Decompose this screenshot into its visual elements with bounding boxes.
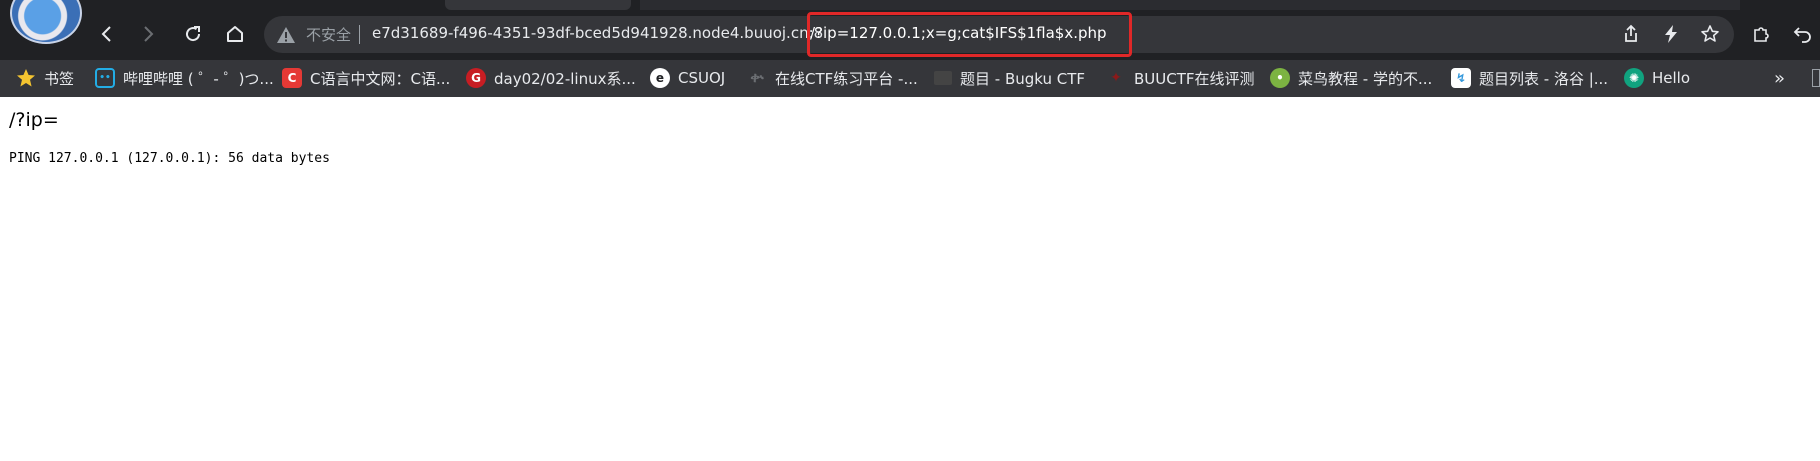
back-arrow-icon bbox=[101, 26, 111, 42]
ping-output: PING 127.0.0.1 (127.0.0.1): 56 data byte… bbox=[9, 151, 330, 166]
bookmarks-folder-icon[interactable] bbox=[1812, 69, 1820, 87]
bookmark-star-button[interactable] bbox=[1693, 17, 1727, 51]
bookmark-label: 书签 bbox=[44, 69, 75, 88]
bookmark-label: CSUOJ bbox=[678, 69, 726, 87]
bookmark-item[interactable]: ✺ Hello bbox=[1624, 67, 1690, 89]
lightning-icon bbox=[1665, 25, 1677, 43]
bookmark-item[interactable]: 书签 bbox=[16, 67, 74, 89]
puzzle-icon bbox=[1754, 27, 1769, 42]
bookmarks-overflow-button[interactable]: » bbox=[1774, 68, 1785, 89]
extensions-button[interactable] bbox=[1744, 17, 1778, 51]
back-button[interactable] bbox=[90, 17, 124, 51]
forward-button[interactable] bbox=[131, 17, 165, 51]
reload-icon bbox=[186, 26, 201, 42]
bookmark-item[interactable]: ቍ 在线CTF练习平台 -... bbox=[747, 67, 918, 89]
bookmark-label: 在线CTF练习平台 -... bbox=[775, 69, 918, 88]
tab-active[interactable] bbox=[445, 0, 631, 10]
browser-chrome: 不安全 e7d31689-f496-4351-93df-bced5d941928… bbox=[0, 0, 1820, 97]
gitee-icon: G bbox=[466, 68, 486, 88]
undo-icon bbox=[1793, 27, 1811, 43]
url-host[interactable]: e7d31689-f496-4351-93df-bced5d941928.nod… bbox=[372, 24, 823, 42]
bookmarks-bar: 书签 •• 哔哩哔哩 ( ゜- ゜)つ... C C语言中文网：C语... G … bbox=[0, 60, 1820, 97]
tab-strip bbox=[0, 0, 1820, 10]
tab-inactive[interactable] bbox=[640, 0, 1740, 10]
home-icon bbox=[227, 26, 243, 42]
share-button[interactable] bbox=[1614, 17, 1648, 51]
bookmark-label: 菜鸟教程 - 学的不... bbox=[1298, 69, 1433, 88]
profile-avatar[interactable] bbox=[10, 0, 82, 44]
bookmark-label: 题目列表 - 洛谷 |... bbox=[1479, 69, 1609, 88]
bookmark-item[interactable]: 题目 - Bugku CTF bbox=[934, 67, 1085, 89]
bookmark-label: Hello bbox=[1652, 69, 1691, 87]
bookmark-item[interactable]: C C语言中文网：C语... bbox=[282, 67, 450, 89]
quick-action-button[interactable] bbox=[1654, 17, 1688, 51]
star-icon bbox=[16, 68, 36, 88]
page-heading: /?ip= bbox=[9, 109, 59, 131]
security-label[interactable]: 不安全 bbox=[306, 24, 351, 45]
bilibili-icon: •• bbox=[95, 68, 115, 88]
star-outline-icon bbox=[1701, 25, 1719, 42]
bookmark-item[interactable]: ✦ BUUCTF在线评测 bbox=[1106, 67, 1255, 89]
share-icon bbox=[1625, 24, 1637, 42]
bugku-icon bbox=[934, 71, 952, 85]
bookmark-item[interactable]: •• 哔哩哔哩 ( ゜- ゜)つ... bbox=[95, 67, 274, 89]
c-lang-icon: C bbox=[282, 68, 302, 88]
runoob-icon: • bbox=[1270, 68, 1290, 88]
bookmark-label: day02/02-linux系... bbox=[494, 69, 636, 88]
home-button[interactable] bbox=[218, 17, 252, 51]
reload-button[interactable] bbox=[176, 17, 210, 51]
warning-icon[interactable] bbox=[276, 25, 296, 45]
bookmark-item[interactable]: e CSUOJ bbox=[650, 67, 725, 89]
buuctf-icon: ✦ bbox=[1110, 70, 1122, 86]
bookmark-label: 哔哩哔哩 ( ゜- ゜)つ... bbox=[123, 69, 274, 88]
forward-arrow-icon bbox=[144, 26, 154, 42]
bookmark-item[interactable]: ↯ 题目列表 - 洛谷 |... bbox=[1451, 67, 1608, 89]
luogu-icon: ↯ bbox=[1451, 68, 1471, 88]
bookmark-label: 题目 - Bugku CTF bbox=[960, 69, 1086, 88]
bookmark-item[interactable]: G day02/02-linux系... bbox=[466, 67, 636, 89]
bookmark-item[interactable]: • 菜鸟教程 - 学的不... bbox=[1270, 67, 1432, 89]
url-highlight-box bbox=[807, 12, 1132, 57]
chatgpt-icon: ✺ bbox=[1624, 68, 1644, 88]
csuoj-icon: e bbox=[650, 68, 670, 88]
bookmark-label: C语言中文网：C语... bbox=[310, 69, 451, 88]
ctf-icon: ቍ bbox=[750, 70, 764, 86]
omnibox-divider bbox=[359, 25, 360, 44]
bookmark-label: BUUCTF在线评测 bbox=[1134, 69, 1255, 88]
page-content: /?ip= PING 127.0.0.1 (127.0.0.1): 56 dat… bbox=[0, 97, 1820, 461]
undo-button[interactable] bbox=[1786, 17, 1820, 51]
